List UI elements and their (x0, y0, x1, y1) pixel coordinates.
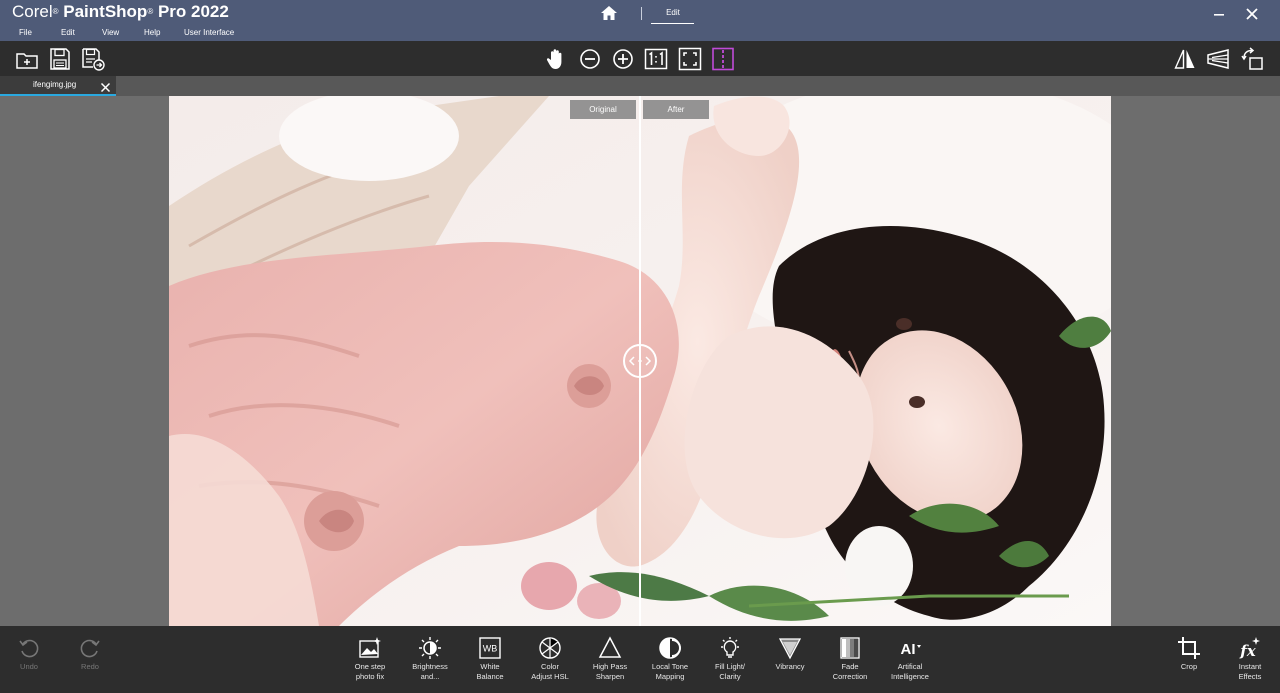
tab-edit[interactable]: Edit (652, 8, 694, 17)
original-label[interactable]: Original (570, 100, 636, 119)
fade-correction-label: Fade Correction (832, 662, 868, 681)
menu-view[interactable]: View (102, 28, 119, 37)
instant-effects-button[interactable]: fx Instant Effects (1221, 636, 1279, 681)
zoom-out-icon[interactable] (578, 47, 602, 71)
brand-version: Pro 2022 (157, 2, 229, 21)
wb-icon-text: WB (483, 644, 498, 654)
vibrancy-button[interactable]: Vibrancy (761, 636, 819, 672)
save-icon[interactable] (48, 47, 72, 71)
brand-registered-mark-2: ® (147, 7, 154, 16)
flip-horizontal-icon[interactable] (1173, 47, 1197, 71)
high-pass-sharpen-icon (598, 636, 622, 658)
photo-canvas[interactable]: Original After (169, 96, 1111, 626)
actual-size-icon[interactable] (644, 47, 668, 71)
white-balance-button[interactable]: WB White Balance (461, 636, 519, 681)
rotate-icon[interactable] (1240, 47, 1264, 71)
color-adjust-label: Color Adjust HSL (531, 662, 569, 681)
brand-corel: Corel (12, 2, 53, 21)
ai-icon-text: AI (901, 641, 916, 658)
crop-label: Crop (1180, 662, 1198, 671)
redo-button[interactable]: Redo (61, 636, 119, 672)
high-pass-sharpen-label: High Pass Sharpen (592, 662, 628, 681)
brightness-label: Brightness and... (412, 662, 448, 681)
ai-label: Artifical Intelligence (891, 662, 929, 681)
brightness-icon (419, 637, 441, 659)
menu-file[interactable]: File (19, 28, 32, 37)
vibrancy-icon (778, 638, 802, 660)
local-tone-mapping-button[interactable]: Local Tone Mapping (641, 636, 699, 681)
menu-user-interface[interactable]: User Interface (184, 28, 244, 37)
perspective-icon[interactable] (1206, 47, 1230, 71)
title-separator (641, 7, 642, 20)
fill-light-button[interactable]: Fill Light/ Clarity (701, 636, 759, 681)
zoom-in-icon[interactable] (611, 47, 635, 71)
crop-button[interactable]: Crop (1160, 636, 1218, 672)
adjust-bar: Undo Redo One step photo fix Brightness … (0, 626, 1280, 693)
redo-icon (80, 639, 100, 658)
document-tab[interactable]: ifengimg.jpg (0, 76, 116, 96)
save-as-icon[interactable] (81, 47, 105, 71)
home-icon[interactable] (600, 5, 618, 21)
fit-to-window-icon[interactable] (678, 47, 702, 71)
compare-split-handle[interactable] (623, 344, 657, 378)
close-icon[interactable] (1244, 6, 1260, 22)
menu-edit[interactable]: Edit (61, 28, 75, 37)
fade-correction-button[interactable]: Fade Correction (821, 636, 879, 681)
undo-icon (19, 639, 39, 658)
vibrancy-label: Vibrancy (775, 662, 805, 671)
after-label[interactable]: After (643, 100, 709, 119)
paintshop-window: Corel® PaintShop® Pro 2022 File Edit Vie… (0, 0, 1280, 693)
one-step-photo-fix-button[interactable]: One step photo fix (341, 636, 399, 681)
app-brand: Corel® PaintShop® Pro 2022 (12, 2, 229, 22)
color-adjust-icon (539, 637, 561, 659)
fill-light-label: Fill Light/ Clarity (714, 662, 745, 681)
canvas-area: Original After (0, 96, 1280, 626)
fx-icon-text: fx (1239, 642, 1256, 660)
main-toolbar (0, 41, 1280, 76)
white-balance-icon: WB (479, 637, 501, 659)
local-tone-mapping-label: Local Tone Mapping (651, 662, 689, 681)
split-compare-icon[interactable] (711, 47, 735, 71)
menu-help[interactable]: Help (144, 28, 160, 37)
brand-product: PaintShop (58, 2, 148, 21)
fade-correction-icon (840, 637, 860, 659)
close-tab-icon[interactable] (100, 80, 111, 93)
local-tone-mapping-icon (659, 637, 681, 659)
document-tab-name: ifengimg.jpg (33, 80, 77, 89)
new-image-icon[interactable] (15, 47, 39, 71)
ai-icon: AI (901, 641, 921, 658)
one-step-photo-fix-icon (359, 637, 381, 658)
tab-edit-underline (651, 23, 694, 24)
document-tab-strip: ifengimg.jpg (0, 76, 1280, 96)
undo-label: Undo (20, 662, 38, 671)
crop-icon (1178, 637, 1200, 659)
instant-effects-icon: fx (1239, 637, 1260, 660)
title-bar: Corel® PaintShop® Pro 2022 File Edit Vie… (0, 0, 1280, 41)
minimize-icon[interactable] (1211, 6, 1227, 22)
one-step-photo-fix-label: One step photo fix (354, 662, 386, 681)
fill-light-icon (721, 637, 739, 658)
undo-button[interactable]: Undo (0, 636, 58, 672)
ai-button[interactable]: AI Artifical Intelligence (881, 636, 939, 681)
redo-label: Redo (81, 662, 99, 671)
high-pass-sharpen-button[interactable]: High Pass Sharpen (581, 636, 639, 681)
instant-effects-label: Instant Effects (1238, 662, 1262, 681)
pan-hand-icon[interactable] (544, 47, 568, 71)
white-balance-label: White Balance (476, 662, 504, 681)
brightness-button[interactable]: Brightness and... (401, 636, 459, 681)
color-adjust-button[interactable]: Color Adjust HSL (521, 636, 579, 681)
